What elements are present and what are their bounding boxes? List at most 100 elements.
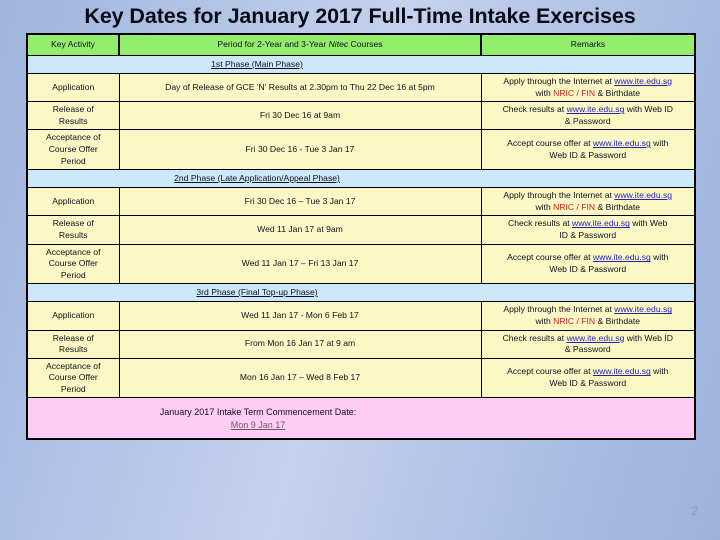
remarks-text: with xyxy=(535,87,554,98)
table-row: Release of Results From Mon 16 Jan 17 at … xyxy=(26,329,696,359)
remarks-text: with xyxy=(535,315,554,326)
remarks-text: Apply through the Internet at xyxy=(503,304,615,315)
table-row: Release of Results Wed 11 Jan 17 at 9am Ch… xyxy=(26,215,696,245)
table-header-row: Key Activity Period for 2-Year and 3-Year… xyxy=(26,33,696,56)
remarks-text: & Birthdate xyxy=(595,201,641,212)
remarks-text: with xyxy=(535,201,554,212)
phase-header-cell: 1st Phase (Main Phase) xyxy=(26,55,696,74)
table-body: Key Activity Period for 2-Year and 3-Year… xyxy=(26,33,696,440)
table-row: Application Fri 30 Dec 16 – Tue 3 Jan 17 A… xyxy=(26,187,696,217)
remarks-text: & Password xyxy=(564,344,611,355)
cell-period: Fri 30 Dec 16 – Tue 3 Jan 17 xyxy=(118,187,482,217)
cell-period: Wed 11 Jan 17 at 9am xyxy=(118,215,482,245)
remarks-text: with Web xyxy=(629,218,668,229)
remarks-text: Check results at xyxy=(508,218,573,229)
cell-key-activity: Application xyxy=(26,301,120,331)
term-commencement-row: January 2017 Intake Term Commencement Da… xyxy=(26,397,696,440)
cell-key-activity: Release of Results xyxy=(26,215,120,245)
table-row: Application Day of Release of GCE 'N' Res… xyxy=(26,72,696,103)
remarks-text: & Password xyxy=(564,115,611,126)
cell-remarks: Accept course offer at www.ite.edu.sg wi… xyxy=(480,357,696,399)
table-row: Release of Results Fri 30 Dec 16 at 9am Ch… xyxy=(26,101,696,131)
remarks-text: with xyxy=(650,252,669,263)
remarks-text: Web ID & Password xyxy=(549,378,627,389)
cell-remarks: Accept course offer at www.ite.edu.sg wi… xyxy=(480,129,696,171)
period-header-text-post: Courses xyxy=(348,39,383,50)
remarks-text: Accept course offer at xyxy=(507,366,593,377)
cell-remarks: Apply through the Internet at www.ite.ed… xyxy=(480,301,696,331)
term-commencement-label: January 2017 Intake Term Commencement Da… xyxy=(159,406,357,417)
remarks-text: Apply through the Internet at xyxy=(503,190,615,201)
phase-label: 1st Phase (Main Phase) xyxy=(211,58,303,69)
remarks-text: & Birthdate xyxy=(595,315,641,326)
ite-website-link[interactable]: www.ite.edu.sg xyxy=(614,190,672,200)
ite-website-link[interactable]: www.ite.edu.sg xyxy=(614,304,672,314)
cell-period: Fri 30 Dec 16 - Tue 3 Jan 17 xyxy=(118,129,482,171)
cell-key-activity: Release of Results xyxy=(26,329,120,359)
key-dates-table: Key Activity Period for 2-Year and 3-Year… xyxy=(26,33,696,441)
remarks-text: ID & Password xyxy=(559,229,617,240)
term-commencement-date: Mon 9 Jan 17 xyxy=(230,419,286,430)
phase-header-cell: 3rd Phase (Final Top-up Phase) xyxy=(26,283,696,303)
remarks-text: Accept course offer at xyxy=(507,138,593,149)
ite-website-link[interactable]: www.ite.edu.sg xyxy=(572,218,630,228)
nric-fin-emphasis: NRIC / FIN xyxy=(553,201,596,212)
key-dates-table-container: Key Activity Period for 2-Year and 3-Year… xyxy=(26,33,696,441)
table-row: Acceptance of Course Offer Period Mon 16 … xyxy=(26,357,696,399)
cell-remarks: Accept course offer at www.ite.edu.sg wi… xyxy=(480,243,696,285)
ite-website-link[interactable]: www.ite.edu.sg xyxy=(593,252,651,262)
table-row: Application Wed 11 Jan 17 - Mon 6 Feb 17 A… xyxy=(26,301,696,331)
cell-period: Day of Release of GCE 'N' Results at 2.3… xyxy=(118,72,482,103)
cell-remarks: Apply through the Internet at www.ite.ed… xyxy=(480,187,696,217)
nric-fin-emphasis: NRIC / FIN xyxy=(553,315,596,326)
nric-fin-emphasis: NRIC / FIN xyxy=(553,87,596,98)
cell-remarks: Check results at www.ite.edu.sg with Web… xyxy=(480,329,696,359)
period-header-text-pre: Period for 2-Year and 3-Year xyxy=(217,39,329,50)
cell-key-activity: Release of Results xyxy=(26,101,120,131)
phase-header-row: 3rd Phase (Final Top-up Phase) xyxy=(26,283,696,303)
phase-header-cell: 2nd Phase (Late Application/Appeal Phase… xyxy=(26,169,696,189)
ite-website-link[interactable]: www.ite.edu.sg xyxy=(567,333,625,343)
cell-key-activity: Application xyxy=(26,187,120,217)
page-title: Key Dates for January 2017 Full-Time Int… xyxy=(84,4,636,28)
remarks-text: with xyxy=(650,366,669,377)
remarks-text: Accept course offer at xyxy=(507,252,593,263)
phase-header-row: 2nd Phase (Late Application/Appeal Phase… xyxy=(26,169,696,189)
cell-key-activity: Acceptance of Course Offer Period xyxy=(26,243,120,285)
cell-remarks: Check results at www.ite.edu.sg with Web… xyxy=(480,101,696,131)
page-number: 2 xyxy=(691,504,698,518)
remarks-text: Check results at xyxy=(502,104,567,115)
remarks-text: Check results at xyxy=(502,332,567,343)
slide-canvas: Key Dates for January 2017 Full-Time Int… xyxy=(0,0,720,540)
cell-key-activity: Application xyxy=(26,72,120,103)
ite-website-link[interactable]: www.ite.edu.sg xyxy=(614,76,672,86)
remarks-text: & Birthdate xyxy=(595,87,641,98)
remarks-text: with Web ID xyxy=(624,104,673,115)
remarks-text: with xyxy=(650,138,669,149)
ite-website-link[interactable]: www.ite.edu.sg xyxy=(593,138,651,148)
cell-key-activity: Acceptance of Course Offer Period xyxy=(26,357,120,399)
cell-period: Wed 11 Jan 17 - Mon 6 Feb 17 xyxy=(118,301,482,331)
term-commencement-cell: January 2017 Intake Term Commencement Da… xyxy=(26,397,696,440)
phase-label: 2nd Phase (Late Application/Appeal Phase… xyxy=(174,172,340,183)
remarks-text: Apply through the Internet at xyxy=(503,76,615,86)
cell-period: Mon 16 Jan 17 – Wed 8 Feb 17 xyxy=(118,357,482,399)
phase-header-row: 1st Phase (Main Phase) xyxy=(26,55,696,74)
cell-remarks: Check results at www.ite.edu.sg with Web… xyxy=(480,215,696,245)
cell-period: Fri 30 Dec 16 at 9am xyxy=(118,101,482,131)
phase-label: 3rd Phase (Final Top-up Phase) xyxy=(196,287,318,298)
ite-website-link[interactable]: www.ite.edu.sg xyxy=(567,104,625,114)
ite-website-link[interactable]: www.ite.edu.sg xyxy=(593,366,651,376)
cell-remarks: Apply through the Internet at www.ite.ed… xyxy=(480,72,696,103)
table-row: Acceptance of Course Offer Period Wed 11 … xyxy=(26,243,696,285)
remarks-text: Web ID & Password xyxy=(549,149,627,160)
remarks-text: with Web ID xyxy=(624,332,673,343)
cell-key-activity: Acceptance of Course Offer Period xyxy=(26,129,120,171)
column-header-key-activity: Key Activity xyxy=(26,33,120,56)
remarks-text: Web ID & Password xyxy=(549,263,627,274)
column-header-remarks: Remarks xyxy=(480,33,696,56)
period-header-text-italic: Nitec xyxy=(328,39,349,50)
cell-period: From Mon 16 Jan 17 at 9 am xyxy=(118,329,482,359)
column-header-period: Period for 2-Year and 3-Year Nitec Cours… xyxy=(118,33,482,56)
cell-period: Wed 11 Jan 17 – Fri 13 Jan 17 xyxy=(118,243,482,285)
